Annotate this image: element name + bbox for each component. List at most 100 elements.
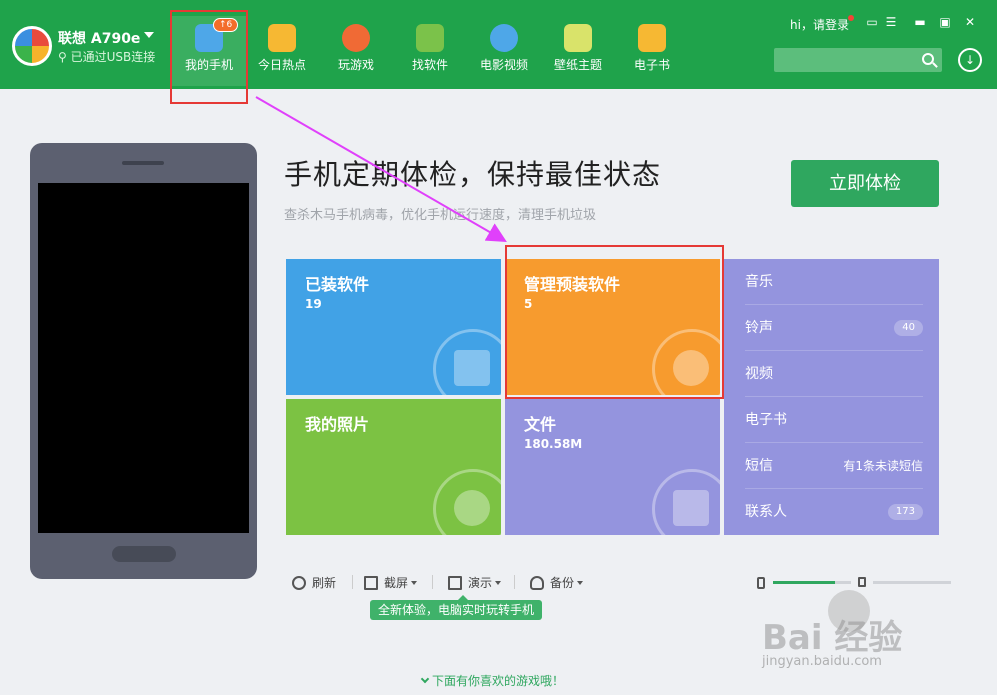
nav-wallpaper[interactable]: 壁纸主题: [540, 16, 616, 86]
backup-button[interactable]: 备份: [530, 573, 584, 593]
list-item-label: 音乐: [745, 274, 773, 290]
play-icon: [490, 24, 518, 52]
nav-games[interactable]: 玩游戏: [318, 16, 394, 86]
cloud-icon: [530, 576, 544, 590]
list-item-video[interactable]: 视频: [745, 351, 923, 397]
media-list: 音乐 铃声 40 视频 电子书 短信 有1条未读短信 联系人 173: [724, 259, 939, 535]
page-title: 手机定期体检，保持最佳状态: [284, 158, 662, 191]
refresh-icon: [292, 576, 306, 590]
app-logo-icon: [12, 26, 52, 66]
demo-tooltip: 全新体验，电脑实时玩转手机: [370, 595, 543, 620]
nav-label: 壁纸主题: [553, 58, 602, 72]
toolbar-divider: [514, 575, 515, 589]
toolbar-label: 截屏: [384, 576, 409, 590]
tile-title: 我的照片: [305, 415, 370, 434]
refresh-button[interactable]: 刷新: [292, 573, 336, 593]
phone-screen[interactable]: [38, 183, 249, 533]
nav-today-hot[interactable]: 今日热点: [244, 16, 320, 86]
check-now-button[interactable]: 立即体检: [791, 160, 939, 207]
menu-icon[interactable]: ☰: [883, 14, 899, 30]
minimize-icon[interactable]: ▬: [912, 14, 928, 30]
phone-home-button: [112, 546, 176, 562]
screenshot-button[interactable]: 截屏: [364, 573, 418, 593]
feedback-icon[interactable]: ▭: [864, 14, 880, 30]
search-icon[interactable]: [922, 53, 934, 65]
watermark-logo: Bai 经验: [762, 618, 903, 658]
tile-size: 180.58M: [524, 437, 583, 451]
nav-find-apps[interactable]: 找软件: [392, 16, 468, 86]
star-icon: [268, 24, 296, 52]
play-icon: [448, 576, 462, 590]
phone-storage-fill: [773, 581, 836, 584]
watermark-url: jingyan.baidu.com: [762, 654, 882, 669]
nav-movies[interactable]: 电影视频: [466, 16, 542, 86]
tile-installed-apps[interactable]: 已装软件 19: [286, 259, 501, 395]
unread-sms-note: 有1条未读短信: [843, 459, 923, 473]
wallpaper-icon: [564, 24, 592, 52]
tile-title: 文件: [524, 415, 557, 434]
sd-card-icon: [858, 577, 866, 587]
top-bar: 联想 A790e ⚲ 已通过USB连接 ↑6 我的手机 今日热点 玩游戏 找软件…: [0, 0, 997, 89]
nav-label: 电影视频: [479, 58, 528, 72]
chevron-down-icon[interactable]: [411, 581, 418, 585]
tile-my-photos[interactable]: 我的照片: [286, 399, 501, 535]
more-games-link[interactable]: 下面有你喜欢的游戏哦！: [420, 672, 565, 689]
list-item-ringtones[interactable]: 铃声 40: [745, 305, 923, 351]
annotation-highlight-box: [170, 10, 248, 104]
toolbar-label: 刷新: [312, 576, 337, 590]
tile-title: 已装软件: [305, 275, 370, 294]
tile-files[interactable]: 文件 180.58M: [505, 399, 720, 535]
close-icon[interactable]: ✕: [962, 14, 978, 30]
tile-count: 19: [305, 297, 322, 311]
baidu-watermark: Bai 经验 jingyan.baidu.com: [762, 590, 942, 678]
list-item-label: 电子书: [745, 412, 787, 428]
toolbar-divider: [352, 575, 353, 589]
folder-icon: [652, 469, 720, 535]
notification-dot-icon: [848, 15, 854, 21]
list-item-label: 短信: [745, 458, 773, 474]
list-item-label: 视频: [745, 366, 773, 382]
count-badge: 173: [887, 504, 923, 520]
phone-storage-bar: [773, 581, 851, 584]
android-icon: [416, 24, 444, 52]
nav-label: 电子书: [633, 58, 670, 72]
gamepad-icon: [342, 24, 370, 52]
device-status-text: 已通过USB连接: [70, 50, 156, 64]
book-icon: [638, 24, 666, 52]
list-item-ebook[interactable]: 电子书: [745, 397, 923, 443]
more-games-text: 下面有你喜欢的游戏哦！: [432, 674, 565, 688]
nav-ebook[interactable]: 电子书: [614, 16, 690, 86]
list-item-sms[interactable]: 短信 有1条未读短信: [745, 443, 923, 489]
device-dropdown-chevron-icon[interactable]: [144, 32, 154, 38]
nav-label: 找软件: [411, 58, 448, 72]
device-name[interactable]: 联想 A790e: [58, 28, 140, 48]
login-link[interactable]: hi，请登录: [790, 16, 849, 33]
list-item-contacts[interactable]: 联系人 173: [745, 489, 923, 535]
chevron-down-icon[interactable]: [577, 581, 584, 585]
demo-button[interactable]: 演示: [448, 573, 502, 593]
list-item-music[interactable]: 音乐: [745, 259, 923, 305]
crop-icon: [364, 576, 378, 590]
device-connection-status: ⚲ 已通过USB连接: [58, 50, 156, 64]
page-subtitle: 查杀木马手机病毒，优化手机运行速度，清理手机垃圾: [284, 208, 597, 223]
photo-icon: [433, 469, 501, 535]
list-item-label: 联系人: [745, 504, 787, 520]
toolbar-label: 演示: [468, 576, 493, 590]
annotation-highlight-box: [505, 245, 724, 399]
list-item-label: 铃声: [745, 320, 773, 336]
chevron-down-icon: [420, 674, 430, 684]
chevron-down-icon[interactable]: [495, 581, 502, 585]
search-input[interactable]: [774, 48, 942, 72]
count-badge: 40: [894, 320, 923, 336]
nav-label: 今日热点: [257, 58, 306, 72]
toolbar-divider: [432, 575, 433, 589]
download-icon[interactable]: ↓: [958, 48, 982, 72]
maximize-icon[interactable]: ▣: [937, 14, 953, 30]
nav-label: 玩游戏: [337, 58, 374, 72]
phone-speaker: [122, 161, 164, 165]
phone-storage-icon: [757, 577, 765, 589]
apps-grid-icon: [433, 329, 501, 395]
sd-storage-bar: [873, 581, 951, 584]
toolbar-label: 备份: [550, 576, 575, 590]
phone-preview: [30, 143, 257, 579]
